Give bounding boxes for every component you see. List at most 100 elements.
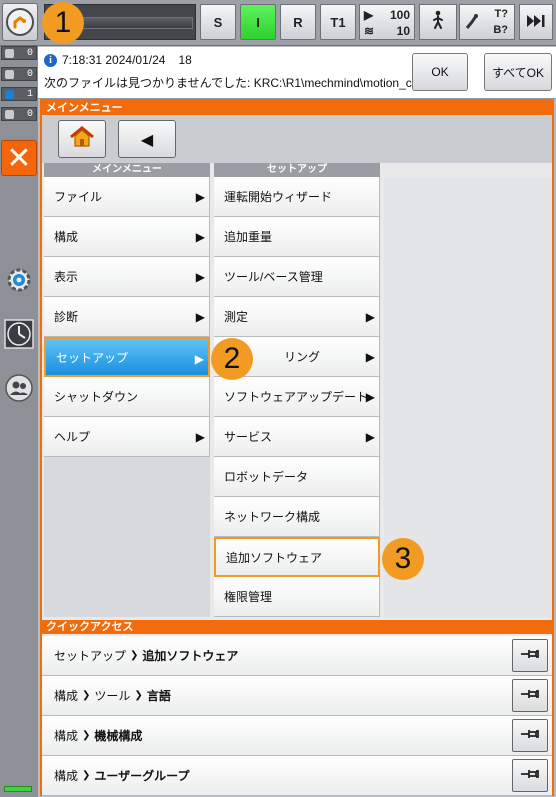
progress-track bbox=[81, 17, 193, 29]
operating-mode-button[interactable]: T1 bbox=[320, 4, 356, 40]
home-icon bbox=[69, 126, 95, 152]
dialog-message-icon bbox=[5, 109, 14, 119]
settings-gear-icon[interactable] bbox=[3, 264, 35, 296]
breadcrumb-separator-icon: ❯ bbox=[134, 690, 143, 701]
submenu-item-supplementary-load[interactable]: 追加重量 bbox=[214, 217, 380, 257]
submenu-arrow-icon: ▶ bbox=[365, 430, 375, 444]
back-button[interactable]: ◀ bbox=[118, 120, 176, 158]
submenu-arrow-icon: ▶ bbox=[365, 390, 375, 404]
submenu-item-startup-wizard[interactable]: 運転開始ウィザード bbox=[214, 177, 380, 217]
message-counter-info[interactable]: 1 bbox=[1, 87, 37, 101]
message-counter-ack[interactable]: 0 bbox=[1, 46, 37, 60]
submenu-item-additional-software[interactable]: 追加ソフトウェア bbox=[214, 537, 380, 577]
main-menu-column: ファイル ▶ 構成 ▶ 表示 ▶ 診断 ▶ セットアップ ▶ シャットダウン ヘルプ ▶ bbox=[44, 177, 210, 617]
menu-item-help[interactable]: ヘルプ ▶ bbox=[44, 417, 210, 457]
quick-access-row[interactable]: 構成 ❯ ツール ❯ 言語 bbox=[42, 676, 552, 716]
quick-access-row[interactable]: セットアップ ❯ 追加ソフトウェア bbox=[42, 636, 552, 676]
qa-path-item: 構成 bbox=[54, 769, 79, 783]
submenu-item-robot-data[interactable]: ロボットデータ bbox=[214, 457, 380, 497]
main-menu-title: メインメニュー bbox=[42, 101, 552, 115]
info-icon: i bbox=[44, 53, 57, 67]
qa-path-item: 構成 bbox=[54, 689, 79, 703]
quick-access-row[interactable]: 構成 ❯ 機械構成 bbox=[42, 716, 552, 756]
info-message-icon bbox=[5, 89, 14, 99]
pin-button[interactable] bbox=[512, 759, 548, 792]
incremental-jog-button[interactable] bbox=[519, 4, 553, 40]
pin-icon bbox=[520, 688, 540, 703]
connection-status-indicator bbox=[4, 786, 32, 792]
robot-menu-button[interactable] bbox=[2, 3, 38, 41]
message-text: 次のファイルは見つかりませんでした: KRC:\R1\mechmind\moti… bbox=[44, 76, 442, 90]
menu-item-file[interactable]: ファイル ▶ bbox=[44, 177, 210, 217]
submenu-arrow-icon: ▶ bbox=[194, 352, 204, 366]
menu-item-label: ツール/ベース管理 bbox=[224, 270, 323, 284]
callout-badge-3: 3 bbox=[382, 538, 424, 580]
message-counter-dialog[interactable]: 0 bbox=[1, 107, 37, 121]
pin-button[interactable] bbox=[512, 679, 548, 712]
message-code: 18 bbox=[178, 53, 192, 67]
ok-button[interactable]: OK bbox=[412, 53, 468, 91]
close-icon: ✕ bbox=[6, 140, 32, 176]
submenu-arrow-icon: ▶ bbox=[365, 310, 375, 324]
message-header: i 7:18:31 2024/01/24 18 bbox=[44, 53, 192, 67]
qa-target: 追加ソフトウェア bbox=[142, 649, 239, 663]
menu-item-shutdown[interactable]: シャットダウン bbox=[44, 377, 210, 417]
tool-value: T? bbox=[494, 8, 508, 20]
qa-target: 言語 bbox=[146, 689, 171, 703]
pin-button[interactable] bbox=[512, 639, 548, 672]
submenu-item-service[interactable]: サービス ▶ bbox=[214, 417, 380, 457]
smartpad-screen: S I R T1 ▶ 100 ≋ 10 T? B? 0 0 1 0 ✕ i 7:… bbox=[0, 0, 556, 797]
breadcrumb-separator-icon: ❯ bbox=[82, 770, 91, 781]
col1-header: メインメニュー bbox=[44, 163, 210, 177]
user-group-icon[interactable] bbox=[3, 372, 35, 404]
counter-value: 0 bbox=[26, 108, 33, 120]
quick-access-title: クイックアクセス bbox=[42, 620, 552, 634]
menu-item-display[interactable]: 表示 ▶ bbox=[44, 257, 210, 297]
left-side-panel: 0 0 1 0 ✕ bbox=[0, 46, 38, 797]
quick-access-row[interactable]: 構成 ❯ ユーザーグループ bbox=[42, 756, 552, 796]
breadcrumb-separator-icon: ❯ bbox=[130, 650, 139, 661]
menu-item-label: ロボットデータ bbox=[224, 470, 309, 484]
submenu-item-measure[interactable]: 測定 ▶ bbox=[214, 297, 380, 337]
menu-item-label: 構成 bbox=[54, 230, 79, 244]
qa-path-item: ツール bbox=[94, 689, 131, 703]
fast-forward-icon bbox=[525, 13, 547, 32]
clock-icon[interactable] bbox=[3, 318, 35, 350]
submenu-item-rights-management[interactable]: 権限管理 bbox=[214, 577, 380, 617]
menu-item-configuration[interactable]: 構成 ▶ bbox=[44, 217, 210, 257]
menu-item-label: セットアップ bbox=[56, 350, 129, 365]
home-button[interactable] bbox=[58, 120, 106, 158]
walking-person-icon bbox=[430, 10, 446, 34]
submenu-arrow-icon: ▶ bbox=[195, 190, 205, 204]
message-counter-state[interactable]: 0 bbox=[1, 67, 37, 81]
submenu-item-software-update[interactable]: ソフトウェアアップデート ▶ bbox=[214, 377, 380, 417]
callout-badge-1: 1 bbox=[42, 2, 84, 44]
pin-icon bbox=[520, 648, 540, 663]
menu-item-label: 権限管理 bbox=[224, 590, 273, 604]
drives-button[interactable]: I bbox=[240, 4, 276, 40]
menu-item-label: ネットワーク構成 bbox=[224, 510, 321, 524]
menu-item-diagnosis[interactable]: 診断 ▶ bbox=[44, 297, 210, 337]
run-mode-button[interactable] bbox=[419, 4, 457, 40]
pin-icon bbox=[520, 728, 540, 743]
speed-override-button[interactable]: ▶ 100 ≋ 10 bbox=[359, 4, 415, 40]
robot-interpreter-button[interactable]: R bbox=[280, 4, 316, 40]
submenu-item-tool-base-management[interactable]: ツール/ベース管理 bbox=[214, 257, 380, 297]
menu-item-label: シャットダウン bbox=[54, 390, 139, 404]
all-ok-button[interactable]: すべてOK bbox=[484, 53, 552, 91]
submit-interpreter-button[interactable]: S bbox=[200, 4, 236, 40]
counter-value: 0 bbox=[26, 68, 33, 80]
menu-item-label: 追加ソフトウェア bbox=[226, 550, 323, 565]
qa-target: 機械構成 bbox=[94, 729, 143, 743]
submenu-arrow-icon: ▶ bbox=[195, 430, 205, 444]
main-menu-window: メインメニュー ◀ メインメニュー セットアップ ファイル ▶ 構成 ▶ 表示 ▶ 診… bbox=[40, 99, 554, 796]
tool-base-button[interactable]: T? B? bbox=[459, 4, 515, 40]
callout-badge-2: 2 bbox=[211, 338, 253, 380]
close-menu-button[interactable]: ✕ bbox=[1, 140, 37, 176]
menu-item-setup[interactable]: セットアップ ▶ bbox=[44, 337, 210, 377]
override-value: 100 bbox=[389, 8, 410, 22]
menu-item-label: 追加重量 bbox=[224, 230, 273, 244]
pin-button[interactable] bbox=[512, 719, 548, 752]
state-message-icon bbox=[5, 69, 14, 79]
submenu-item-network-configuration[interactable]: ネットワーク構成 bbox=[214, 497, 380, 537]
